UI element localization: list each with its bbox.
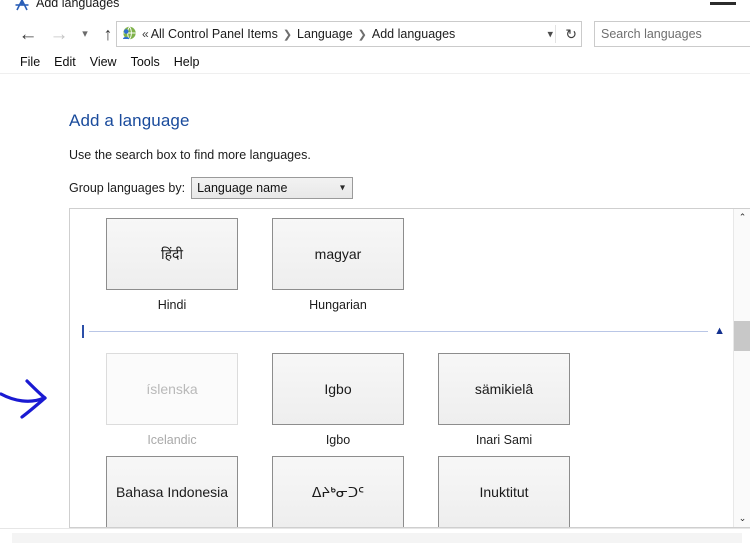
tile-caption: Inari Sami [475,433,533,447]
breadcrumb-root[interactable]: « [142,27,149,41]
refresh-icon[interactable]: ↻ [565,27,577,41]
title-bar: Add languages [0,0,750,18]
group-by-row: Group languages by: Language name ▾ [69,177,354,199]
language-tile-icelandic: íslenska Icelandic [89,344,255,447]
tile-row: Bahasa Indonesia Indonesian ᐃᔨᒃᓂᑐᑦ Inukt… [70,447,730,527]
group-by-label: Group languages by: [69,181,186,195]
tile-row: íslenska Icelandic Igbo Igbo sämikielâ I… [70,344,730,447]
tile-preview[interactable]: sämikielâ [438,353,570,425]
group-header-rule [89,331,708,332]
breadcrumb-item-0[interactable]: All Control Panel Items [151,27,278,41]
navigation-bar: ← → ▾ ↑ « All Control Panel Items ❯ Lang… [0,18,750,50]
forward-arrow-icon: → [49,23,69,45]
scroll-up-arrow-icon[interactable]: ⌃ [734,209,750,226]
scroll-down-arrow-icon[interactable]: ⌄ [734,510,750,527]
language-tile-grid: हिंदी Hindi magyar Hungarian ▲ íslenska … [70,209,730,527]
language-star-icon [14,0,30,14]
page-subtitle: Use the search box to find more language… [69,148,311,162]
menu-bar: File Edit View Tools Help [0,50,750,74]
address-bar[interactable]: « All Control Panel Items ❯ Language ❯ A… [116,21,582,47]
group-by-select[interactable]: Language name ▾ [191,177,354,199]
group-header-i[interactable]: ▲ [70,320,730,344]
chevron-down-icon[interactable]: ▾ [74,23,96,45]
tile-preview[interactable]: Igbo [272,353,404,425]
tile-preview[interactable]: Inuktitut [438,456,570,527]
breadcrumb-separator-icon[interactable]: ❯ [358,28,367,41]
page-title: Add a language [69,111,190,130]
back-arrow-icon[interactable]: ← [17,23,39,45]
breadcrumb[interactable]: « All Control Panel Items ❯ Language ❯ A… [142,27,455,41]
tile-caption: Hungarian [309,298,367,312]
chevron-up-icon[interactable]: ▲ [714,321,725,341]
window-bottom-strip [0,528,750,544]
tile-preview[interactable]: ᐃᔨᒃᓂᑐᑦ [272,456,404,527]
group-by-value: Language name [197,181,288,195]
breadcrumb-item-1[interactable]: Language [297,27,353,41]
tile-preview: íslenska [106,353,238,425]
tile-preview[interactable]: magyar [272,218,404,290]
scroll-thumb[interactable] [734,321,750,351]
language-tile-inari-sami[interactable]: sämikielâ Inari Sami [421,344,587,447]
breadcrumb-separator-icon[interactable]: ❯ [283,28,292,41]
menu-item-help[interactable]: Help [167,53,207,71]
minimize-button[interactable] [710,2,736,7]
language-tile-hungarian[interactable]: magyar Hungarian [255,209,421,312]
bottom-strip-inner [12,533,742,543]
menu-item-tools[interactable]: Tools [124,53,167,71]
menu-item-edit[interactable]: Edit [47,53,83,71]
vertical-scrollbar[interactable]: ⌃ ⌄ [733,209,750,527]
language-tile-hindi[interactable]: हिंदी Hindi [89,209,255,312]
control-panel-icon [120,25,138,43]
search-input[interactable] [595,22,750,46]
search-box[interactable] [594,21,750,47]
address-dropdown-icon[interactable]: ▾ [547,28,553,41]
language-tile-inuktitut-latin[interactable]: Inuktitut Inuktitut [421,447,587,527]
tile-caption: Igbo [325,433,351,447]
tile-preview[interactable]: हिंदी [106,218,238,290]
menu-item-file[interactable]: File [13,53,47,71]
app-window: Add languages ← → ▾ ↑ « All Control Pane… [0,0,750,544]
chevron-down-icon[interactable]: ▾ [340,183,345,194]
language-tile-igbo[interactable]: Igbo Igbo [255,344,421,447]
language-list-panel[interactable]: हिंदी Hindi magyar Hungarian ▲ íslenska … [69,208,750,528]
menu-item-view[interactable]: View [83,53,124,71]
language-tile-inuktitut-syllabics[interactable]: ᐃᔨᒃᓂᑐᑦ Inuktitut [255,447,421,527]
tile-preview[interactable]: Bahasa Indonesia [106,456,238,527]
breadcrumb-item-2[interactable]: Add languages [372,27,455,41]
window-title: Add languages [36,0,120,10]
content-area: Add a language Use the search box to fin… [0,74,750,528]
language-tile-indonesian[interactable]: Bahasa Indonesia Indonesian [89,447,255,527]
tile-row: हिंदी Hindi magyar Hungarian [70,209,730,312]
tile-caption: Icelandic [147,433,197,447]
group-header-letter [82,325,84,338]
tile-caption: Hindi [157,298,187,312]
address-divider [555,25,556,43]
